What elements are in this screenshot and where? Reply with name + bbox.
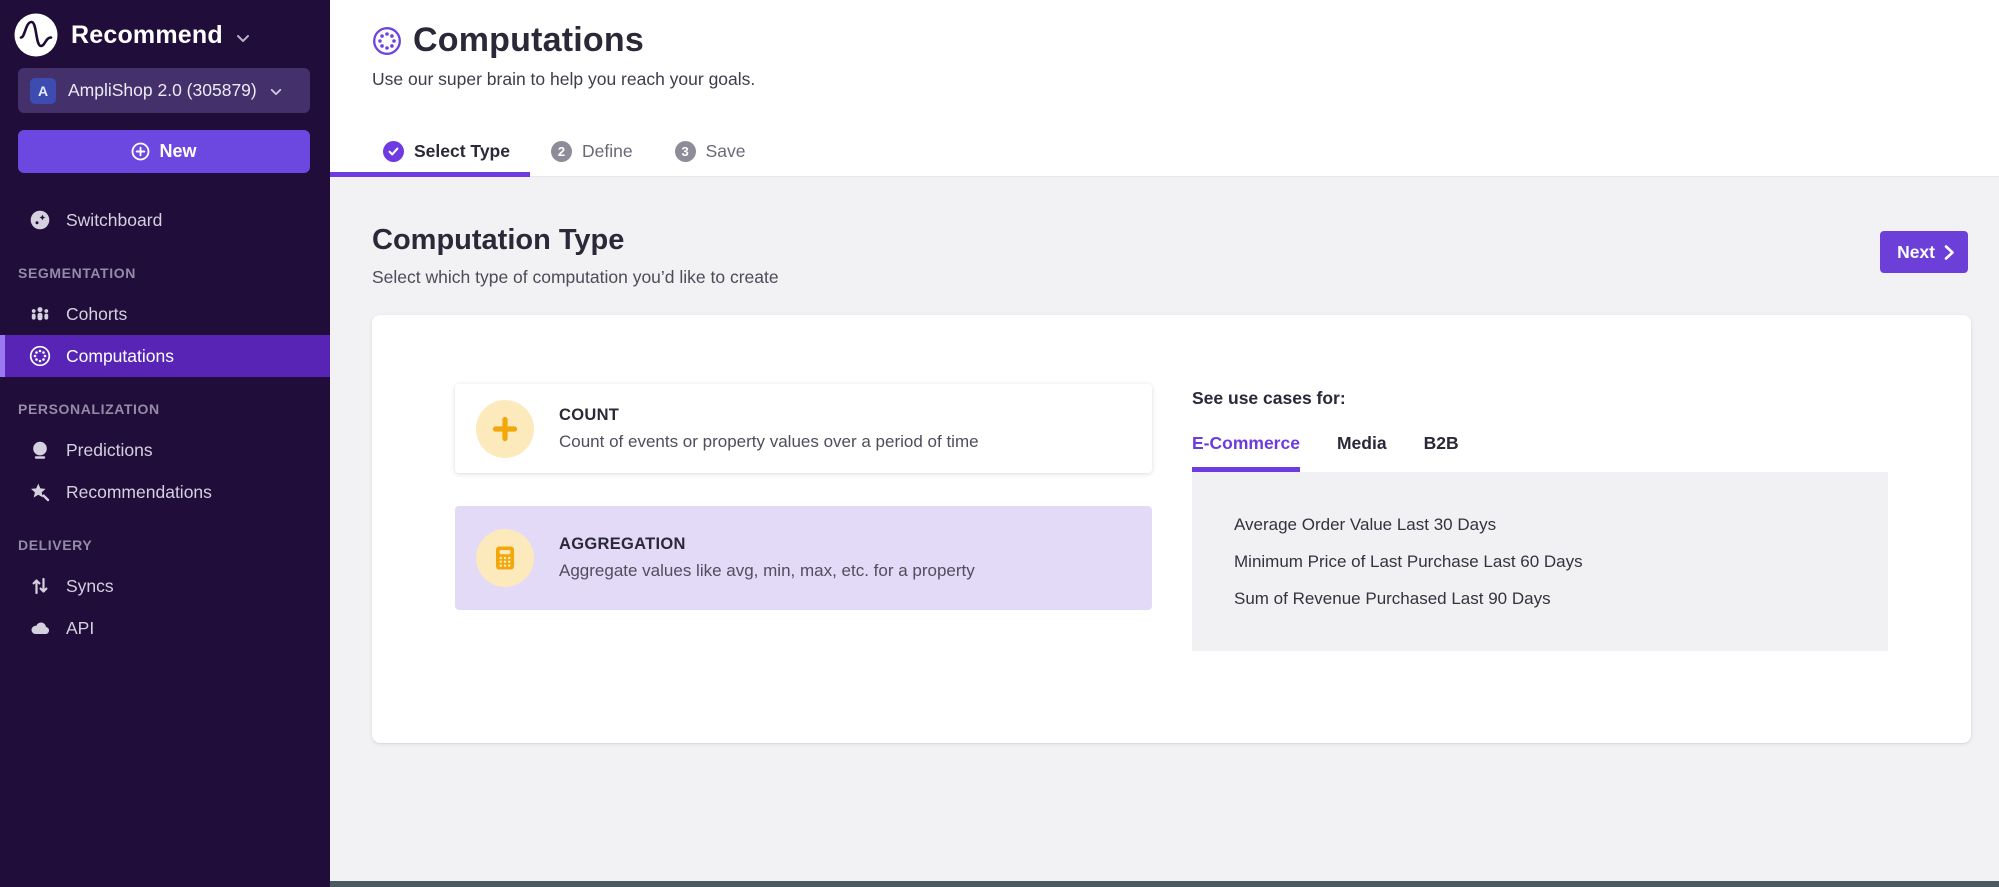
type-description: Count of events or property values over … — [559, 432, 979, 452]
sidebar-nav: Switchboard SEGMENTATION Cohorts — [0, 199, 330, 649]
plus-icon — [476, 400, 534, 458]
tab-media[interactable]: Media — [1337, 433, 1387, 472]
chevron-right-icon — [1944, 244, 1955, 261]
main-area: Computations Use our super brain to help… — [330, 0, 1999, 887]
recommendations-icon — [29, 481, 51, 503]
plus-circle-icon — [131, 142, 150, 161]
calculator-icon — [476, 529, 534, 587]
step-number: 3 — [675, 141, 696, 162]
sidebar-item-label: Recommendations — [66, 482, 212, 503]
next-button-label: Next — [1897, 242, 1935, 263]
sidebar-item-label: Syncs — [66, 576, 114, 597]
sidebar-item-cohorts[interactable]: Cohorts — [0, 293, 330, 335]
check-icon — [383, 141, 404, 162]
new-button[interactable]: New — [18, 130, 310, 173]
project-selector[interactable]: A AmpliShop 2.0 (305879) — [18, 68, 310, 113]
amplitude-logo-icon — [14, 13, 58, 57]
sidebar-section-segmentation: SEGMENTATION — [0, 265, 330, 281]
brand-row: Recommend — [0, 0, 330, 58]
chevron-down-icon — [270, 88, 282, 96]
sidebar-item-label: Computations — [66, 346, 174, 367]
type-list: COUNT Count of events or property values… — [455, 384, 1152, 743]
chevron-down-icon[interactable] — [236, 34, 250, 43]
switchboard-icon — [29, 209, 51, 231]
sidebar-item-switchboard[interactable]: Switchboard — [0, 199, 330, 241]
use-cases-panel: See use cases for: E-Commerce Media B2B … — [1192, 384, 1888, 743]
type-option-aggregation[interactable]: AGGREGATION Aggregate values like avg, m… — [455, 506, 1152, 610]
window-bottom-edge — [330, 881, 1999, 887]
sidebar-item-api[interactable]: API — [0, 607, 330, 649]
wizard-steps: Select Type 2 Define 3 Save — [330, 130, 766, 177]
page-subtitle: Use our super brain to help you reach yo… — [372, 69, 1999, 90]
use-case-example: Average Order Value Last 30 Days — [1234, 513, 1888, 537]
sidebar: Recommend A AmpliShop 2.0 (305879) New — [0, 0, 330, 887]
sidebar-section-personalization: PERSONALIZATION — [0, 401, 330, 417]
type-name: AGGREGATION — [559, 535, 975, 554]
computations-page-icon — [372, 26, 402, 56]
sidebar-item-label: Switchboard — [66, 210, 162, 231]
type-name: COUNT — [559, 406, 979, 425]
sidebar-item-label: Predictions — [66, 440, 153, 461]
step-label: Save — [706, 141, 746, 162]
sidebar-section-delivery: DELIVERY — [0, 537, 330, 553]
computation-type-card: COUNT Count of events or property values… — [372, 315, 1971, 743]
next-button[interactable]: Next — [1880, 231, 1968, 273]
use-case-tabs: E-Commerce Media B2B — [1192, 433, 1888, 472]
syncs-icon — [29, 575, 51, 597]
step-label: Define — [582, 141, 633, 162]
sidebar-item-recommendations[interactable]: Recommendations — [0, 471, 330, 513]
tab-ecommerce[interactable]: E-Commerce — [1192, 433, 1300, 472]
use-case-example: Minimum Price of Last Purchase Last 60 D… — [1234, 550, 1888, 574]
sidebar-item-label: Cohorts — [66, 304, 127, 325]
computations-icon — [29, 345, 51, 367]
step-label: Select Type — [414, 141, 510, 162]
content-heading: Computation Type — [372, 224, 1999, 257]
step-define[interactable]: 2 Define — [530, 130, 654, 177]
use-cases-title: See use cases for: — [1192, 388, 1888, 409]
sidebar-item-syncs[interactable]: Syncs — [0, 565, 330, 607]
org-avatar: A — [30, 78, 56, 104]
page-header: Computations Use our super brain to help… — [330, 0, 1999, 177]
sidebar-item-computations[interactable]: Computations — [0, 335, 330, 377]
cohorts-icon — [29, 303, 51, 325]
new-button-label: New — [159, 141, 196, 162]
type-description: Aggregate values like avg, min, max, etc… — [559, 561, 975, 581]
step-select-type[interactable]: Select Type — [330, 130, 530, 177]
use-case-examples: Average Order Value Last 30 Days Minimum… — [1192, 472, 1888, 651]
page-title: Computations — [413, 21, 644, 60]
sidebar-item-predictions[interactable]: Predictions — [0, 429, 330, 471]
type-option-count[interactable]: COUNT Count of events or property values… — [455, 384, 1152, 473]
sidebar-item-label: API — [66, 618, 94, 639]
step-save[interactable]: 3 Save — [654, 130, 767, 177]
use-case-example: Sum of Revenue Purchased Last 90 Days — [1234, 587, 1888, 611]
product-name: Recommend — [71, 21, 223, 50]
content-subheading: Select which type of computation you’d l… — [372, 267, 1999, 288]
content-area: Computation Type Select which type of co… — [330, 177, 1999, 887]
api-cloud-icon — [29, 617, 51, 639]
step-number: 2 — [551, 141, 572, 162]
project-name: AmpliShop 2.0 (305879) — [68, 80, 257, 101]
tab-b2b[interactable]: B2B — [1424, 433, 1459, 472]
predictions-icon — [29, 439, 51, 461]
